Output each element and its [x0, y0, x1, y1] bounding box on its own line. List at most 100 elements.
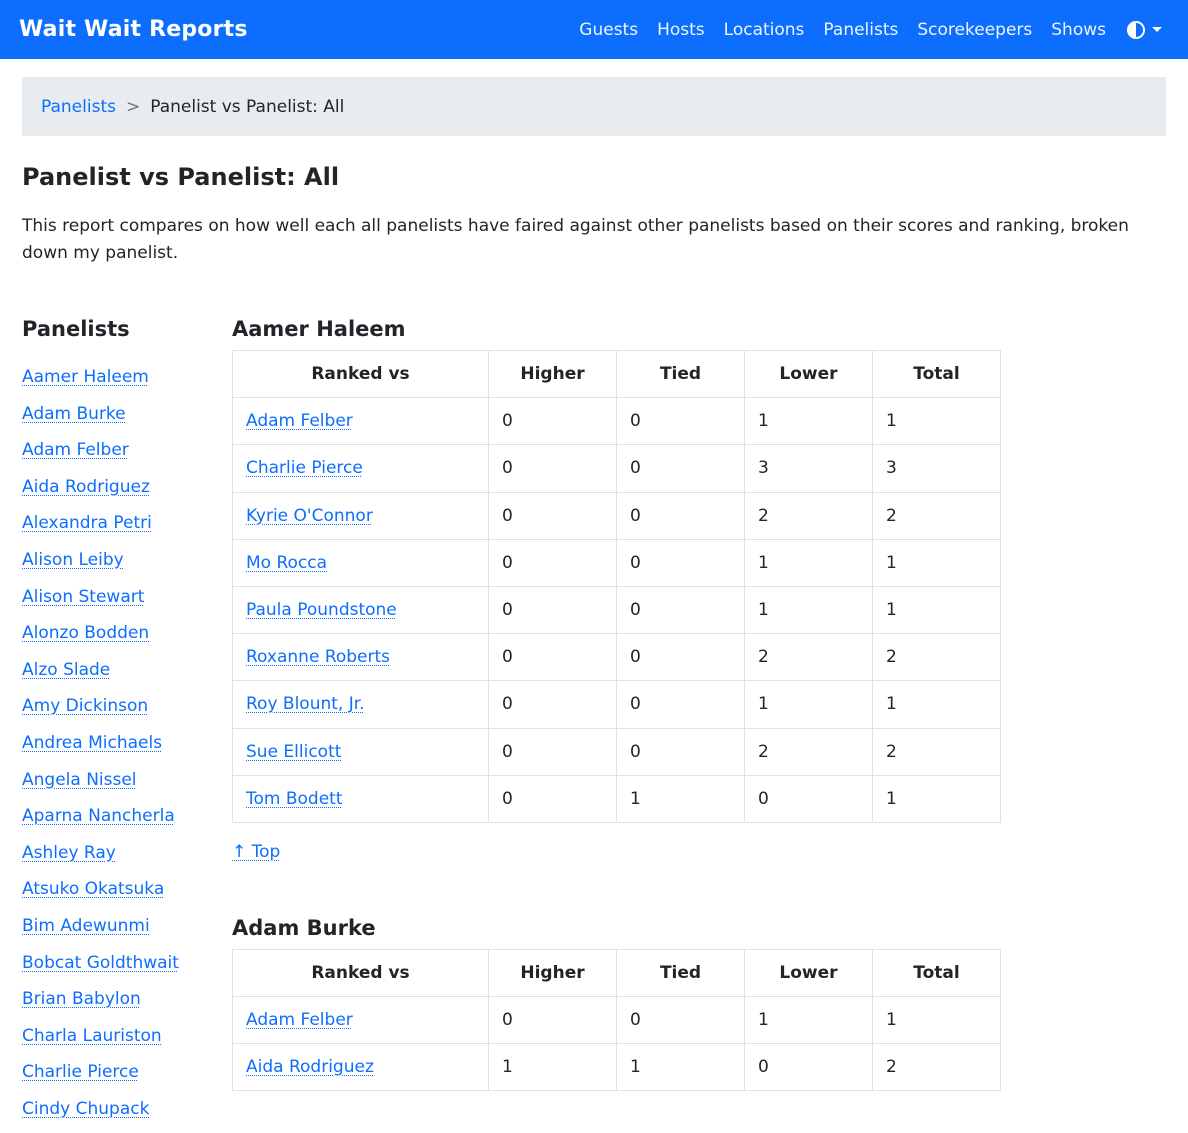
lower-count: 2 — [744, 633, 873, 682]
section-title: Aamer Haleem — [232, 317, 406, 341]
column-header[interactable]: Higher — [488, 349, 617, 399]
page-title: Panelist vs Panelist: All — [22, 163, 340, 191]
sidebar-panelist-link[interactable]: Alzo Slade — [22, 660, 110, 680]
breadcrumb-panelists-link[interactable]: Panelists — [41, 97, 116, 117]
opponent-cell: Adam Felber — [232, 397, 489, 446]
opponent-link[interactable]: Charlie Pierce — [246, 458, 363, 478]
sidebar-item: Alonzo Bodden — [22, 621, 232, 658]
column-header[interactable]: Higher — [488, 948, 617, 998]
column-header[interactable]: Tied — [616, 948, 745, 998]
tied-count: 0 — [616, 538, 745, 587]
sidebar-panelist-link[interactable]: Brian Babylon — [22, 989, 141, 1009]
sidebar-list: Aamer Haleem Adam Burke Adam Felber Aida Ro… — [22, 365, 232, 1133]
nav-locations[interactable]: Locations — [724, 20, 805, 40]
opponent-cell: Paula Poundstone — [232, 585, 489, 635]
sidebar-panelist-link[interactable]: Alison Leiby — [22, 550, 124, 570]
sidebar-item: Alzo Slade — [22, 658, 232, 695]
sidebar-item: Ashley Ray — [22, 841, 232, 878]
opponent-link[interactable]: Paula Poundstone — [246, 600, 397, 620]
contrast-icon — [1127, 20, 1145, 39]
sidebar-panelist-link[interactable]: Aparna Nancherla — [22, 806, 175, 826]
column-header[interactable]: Tied — [616, 349, 745, 399]
column-header[interactable]: Ranked vs — [232, 349, 489, 399]
nav-scorekeepers[interactable]: Scorekeepers — [917, 20, 1032, 40]
total-count: 3 — [872, 444, 1001, 493]
table-row: Roxanne Roberts 0 0 2 2 — [232, 633, 1001, 682]
sidebar-title: Panelists — [22, 317, 130, 341]
sidebar-item: Alison Stewart — [22, 585, 232, 622]
sidebar-panelist-link[interactable]: Amy Dickinson — [22, 696, 148, 716]
nav-panelists[interactable]: Panelists — [823, 20, 898, 40]
sidebar-item: Bim Adewunmi — [22, 914, 232, 951]
higher-count: 0 — [488, 727, 617, 776]
opponent-link[interactable]: Kyrie O'Connor — [246, 506, 373, 526]
breadcrumb-current: Panelist vs Panelist: All — [150, 96, 345, 117]
opponent-link[interactable]: Sue Ellicott — [246, 742, 341, 762]
higher-count: 0 — [488, 397, 617, 446]
opponent-link[interactable]: Adam Felber — [246, 1010, 353, 1030]
opponent-link[interactable]: Tom Bodett — [246, 789, 343, 809]
sidebar-panelist-link[interactable]: Aida Rodriguez — [22, 477, 150, 497]
column-header[interactable]: Lower — [744, 349, 873, 399]
brand-link[interactable]: Wait Wait Reports — [19, 17, 248, 42]
tied-count: 1 — [616, 774, 745, 823]
sidebar-panelist-link[interactable]: Andrea Michaels — [22, 733, 162, 753]
sidebar-panelist-link[interactable]: Charla Lauriston — [22, 1026, 162, 1046]
column-header[interactable]: Total — [872, 349, 1001, 399]
opponent-cell: Tom Bodett — [232, 774, 489, 823]
sidebar-panelist-link[interactable]: Adam Burke — [22, 404, 126, 424]
tied-count: 0 — [616, 444, 745, 493]
sidebar-panelist-link[interactable]: Alonzo Bodden — [22, 623, 149, 643]
total-count: 1 — [872, 680, 1001, 729]
sidebar-panelist-link[interactable]: Alison Stewart — [22, 587, 144, 607]
theme-toggle-dropdown[interactable] — [1127, 20, 1162, 39]
nav-menu: Guests Hosts Locations Panelists Scoreke… — [579, 20, 1162, 40]
sidebar-panelist-link[interactable]: Alexandra Petri — [22, 513, 152, 533]
sidebar-item: Aida Rodriguez — [22, 475, 232, 512]
breadcrumb-separator: > — [125, 96, 141, 117]
sidebar-item: Atsuko Okatsuka — [22, 877, 232, 914]
lower-count: 1 — [744, 538, 873, 587]
sidebar-panelist-link[interactable]: Bim Adewunmi — [22, 916, 150, 936]
nav-shows[interactable]: Shows — [1051, 20, 1106, 40]
sidebar-item: Bobcat Goldthwait — [22, 951, 232, 988]
nav-hosts[interactable]: Hosts — [657, 20, 705, 40]
sidebar-panelist-link[interactable]: Atsuko Okatsuka — [22, 879, 164, 899]
opponent-cell: Kyrie O'Connor — [232, 491, 489, 540]
total-count: 2 — [872, 633, 1001, 682]
back-to-top-link[interactable]: ↑ Top — [232, 842, 280, 862]
sidebar-panelist-link[interactable]: Cindy Chupack — [22, 1099, 149, 1119]
sidebar-panelist-link[interactable]: Bobcat Goldthwait — [22, 953, 179, 973]
opponent-link[interactable]: Aida Rodriguez — [246, 1057, 374, 1077]
table-header-row: Ranked vs Higher Tied Lower Total — [232, 948, 1001, 998]
table-row: Aida Rodriguez 1 1 0 2 — [232, 1043, 1001, 1092]
column-header[interactable]: Ranked vs — [232, 948, 489, 998]
table-row: Adam Felber 0 0 1 1 — [232, 397, 1001, 446]
higher-count: 1 — [488, 1043, 617, 1092]
sidebar-panelist-link[interactable]: Charlie Pierce — [22, 1062, 139, 1082]
sidebar-item: Brian Babylon — [22, 987, 232, 1024]
total-count: 1 — [872, 538, 1001, 587]
sidebar-panelist-link[interactable]: Aamer Haleem — [22, 367, 149, 387]
sidebar-panelist-link[interactable]: Adam Felber — [22, 440, 129, 460]
table-row: Sue Ellicott 0 0 2 2 — [232, 727, 1001, 776]
opponent-link[interactable]: Mo Rocca — [246, 553, 327, 573]
nav-guests[interactable]: Guests — [579, 20, 638, 40]
column-header[interactable]: Total — [872, 948, 1001, 998]
page-intro: This report compares on how well each al… — [22, 216, 1129, 263]
opponent-link[interactable]: Roy Blount, Jr. — [246, 694, 365, 714]
lower-count: 1 — [744, 996, 873, 1045]
opponent-cell: Aida Rodriguez — [232, 1043, 489, 1092]
sidebar-panelist-link[interactable]: Angela Nissel — [22, 770, 137, 790]
opponent-link[interactable]: Adam Felber — [246, 411, 353, 431]
column-header[interactable]: Lower — [744, 948, 873, 998]
total-count: 1 — [872, 774, 1001, 823]
sidebar-item: Alexandra Petri — [22, 511, 232, 548]
opponent-link[interactable]: Roxanne Roberts — [246, 647, 390, 667]
tied-count: 1 — [616, 1043, 745, 1092]
page-container: Panelists > Panelist vs Panelist: All Pa… — [0, 77, 1188, 1133]
total-count: 2 — [872, 727, 1001, 776]
sidebar-item: Adam Felber — [22, 438, 232, 475]
tied-count: 0 — [616, 585, 745, 635]
sidebar-panelist-link[interactable]: Ashley Ray — [22, 843, 116, 863]
